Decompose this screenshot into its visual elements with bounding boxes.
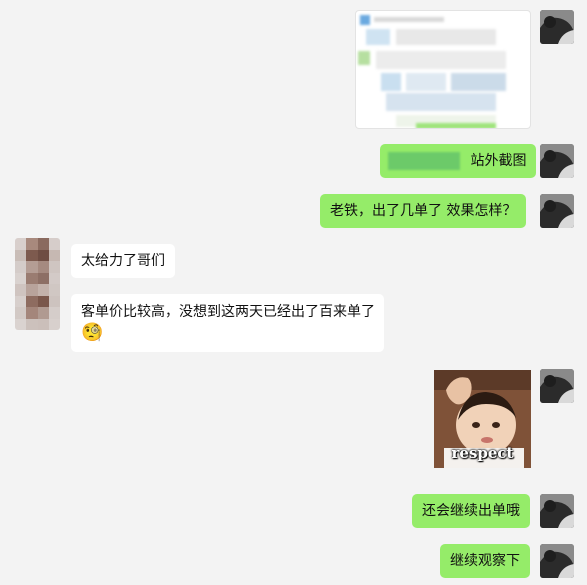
avatar-photo-icon: [540, 369, 574, 403]
contact-avatar[interactable]: [15, 238, 60, 330]
blurred-screenshot-content: [356, 11, 530, 128]
my-message-bubble[interactable]: 老铁，出了几单了 效果怎样？: [320, 194, 527, 228]
avatar-photo-icon: [540, 494, 574, 528]
message-text: 站外截图: [470, 153, 527, 169]
avatar-photo-icon: [540, 144, 574, 178]
my-avatar[interactable]: [540, 194, 574, 228]
their-message-bubble[interactable]: 客单价比较高，没想到这两天已经出了百来单了 🧐: [71, 294, 384, 352]
avatar-photo-icon: [540, 194, 574, 228]
message-text: 太给力了哥们: [81, 253, 165, 269]
avatar-photo-icon: [540, 544, 574, 578]
their-message-bubble[interactable]: 太给力了哥们: [71, 244, 175, 278]
my-avatar[interactable]: [540, 544, 574, 578]
sticker-caption: respect: [451, 444, 514, 462]
screenshot-image-message[interactable]: [355, 10, 531, 129]
message-text: 继续观察下: [450, 553, 520, 569]
thinking-face-emoji: 🧐: [81, 322, 104, 343]
my-message-bubble[interactable]: 继续观察下: [440, 544, 530, 578]
message-text: 还会继续出单哦: [422, 503, 520, 519]
redacted-block: [388, 152, 460, 170]
message-text: 老铁，出了几单了 效果怎样？: [330, 203, 517, 219]
my-avatar[interactable]: [540, 369, 574, 403]
my-avatar[interactable]: [540, 494, 574, 528]
pixelated-avatar-icon: [15, 238, 60, 330]
my-message-bubble[interactable]: 还会继续出单哦: [412, 494, 530, 528]
my-message-bubble[interactable]: 站外截图: [380, 144, 537, 178]
avatar-photo-icon: [540, 10, 574, 44]
my-avatar[interactable]: [540, 144, 574, 178]
respect-sticker[interactable]: respect: [434, 370, 531, 468]
message-text: 客单价比较高，没想到这两天已经出了百来单了: [81, 304, 375, 320]
my-avatar[interactable]: [540, 10, 574, 44]
